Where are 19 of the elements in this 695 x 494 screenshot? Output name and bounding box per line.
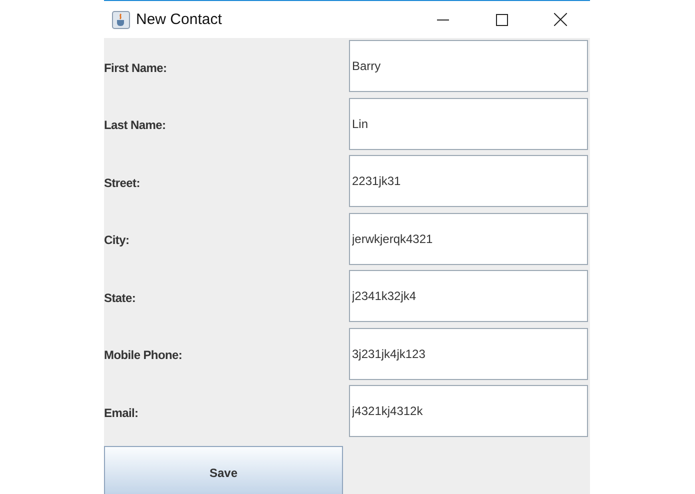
text-field[interactable]: Barry (349, 40, 588, 92)
field-label: Email: (104, 406, 140, 420)
field-label: Last Name: (104, 118, 167, 132)
text-field[interactable]: j4321kj4312k (349, 385, 588, 437)
window-title: New Contact (136, 11, 222, 28)
field-label: City: (104, 233, 130, 248)
java-cup-icon (112, 10, 130, 28)
text-field[interactable]: j2341k32jk4 (349, 270, 588, 322)
close-icon (554, 13, 567, 26)
field-label: State: (104, 290, 137, 305)
save-button[interactable]: Save (104, 446, 343, 494)
field-label: Street: (104, 176, 141, 190)
text-field[interactable]: Lin (349, 98, 588, 150)
text-field[interactable]: 2231jk31 (349, 155, 588, 207)
text-field[interactable]: 3j231jk4jk123 (349, 328, 588, 380)
text-field[interactable]: jerwkjerqk4321 (349, 212, 588, 264)
field-label: First Name: (104, 60, 168, 75)
maximize-icon (496, 14, 508, 26)
field-label: Mobile Phone: (104, 348, 184, 362)
